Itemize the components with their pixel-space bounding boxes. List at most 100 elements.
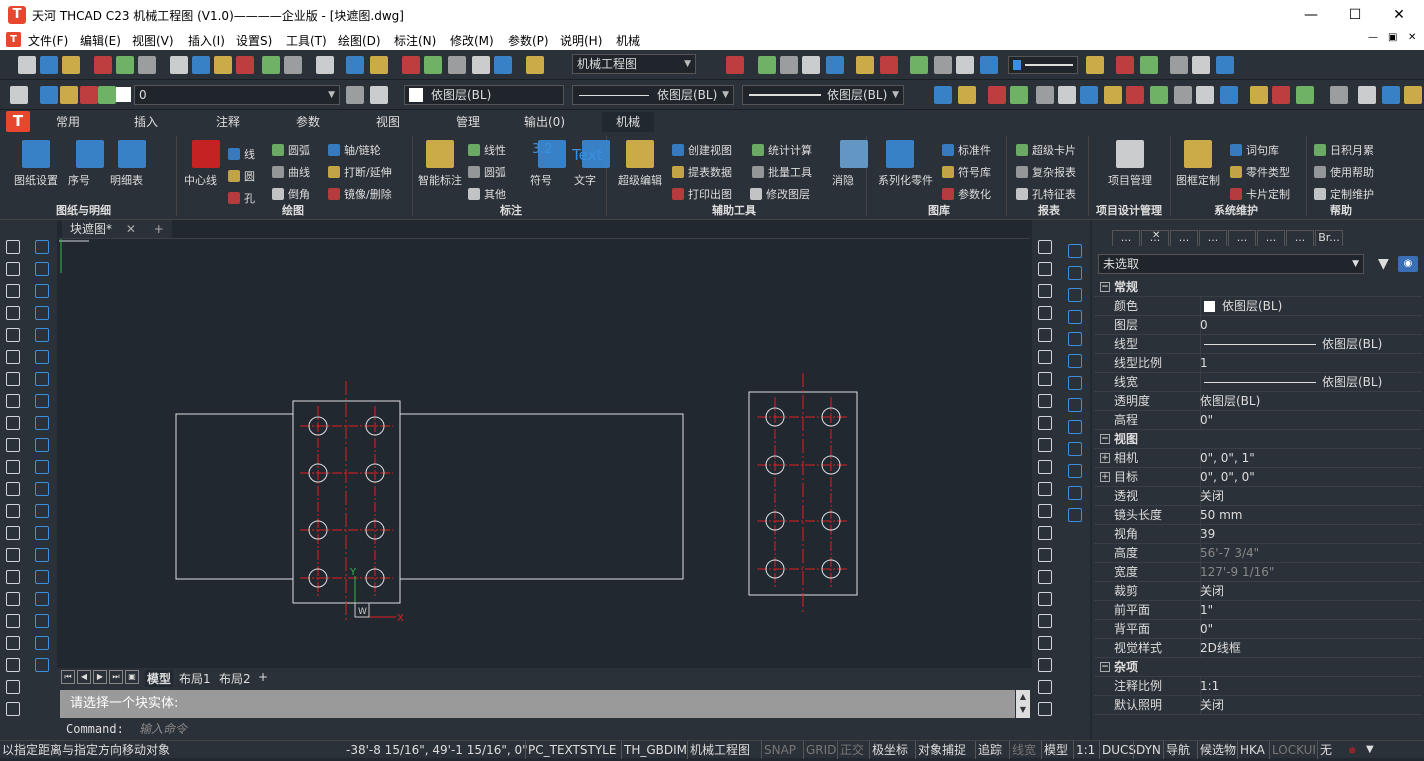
toolbar-icon[interactable] (192, 56, 210, 74)
toolbar-icon[interactable] (826, 56, 844, 74)
toolbar-icon[interactable] (1010, 86, 1028, 104)
toolbar-icon[interactable] (1296, 86, 1314, 104)
property-tab[interactable]: ... (1199, 230, 1227, 246)
toolbar-icon[interactable] (40, 56, 58, 74)
toolbar-icon[interactable] (1104, 86, 1122, 104)
mech-tool-icon[interactable] (1038, 262, 1052, 276)
mech-tool-icon[interactable] (1038, 350, 1052, 364)
modify-tool-icon[interactable] (35, 504, 49, 518)
draw-tool-icon[interactable] (6, 614, 20, 628)
toolbar-icon[interactable] (856, 56, 874, 74)
chaoji-button[interactable]: 超级编辑 (618, 172, 662, 188)
plate-rectangle[interactable] (175, 413, 684, 580)
fuhao-button[interactable]: 符号 (530, 172, 552, 188)
color-select[interactable]: 依图层(BL) (404, 85, 564, 105)
tab-1[interactable]: 插入 (120, 112, 172, 132)
property-row[interactable]: 前平面 1" (1094, 601, 1422, 620)
property-value[interactable]: 0" (1200, 411, 1213, 430)
chaoji-icon[interactable] (626, 140, 654, 168)
draw-tool-icon[interactable] (6, 284, 20, 298)
modify-tool-icon[interactable] (35, 658, 49, 672)
property-row[interactable]: 线型 依图层(BL) (1094, 335, 1422, 354)
toolbar-icon[interactable] (1330, 86, 1348, 104)
close-icon[interactable]: ✕ (1152, 230, 1160, 241)
toolbar-icon[interactable] (1170, 56, 1188, 74)
mech-tool-icon[interactable] (1038, 548, 1052, 562)
ribbon-small-button[interactable]: 其他 (484, 186, 506, 202)
property-value[interactable]: 0", 0", 1" (1200, 449, 1255, 468)
toolbar-icon[interactable] (424, 56, 442, 74)
property-group[interactable]: − 杂项 (1094, 658, 1422, 677)
property-row[interactable]: 透明度 依图层(BL) (1094, 392, 1422, 411)
mech-tool-icon[interactable] (1068, 354, 1082, 368)
zhineng-button[interactable]: 智能标注 (418, 172, 462, 188)
document-tab[interactable]: 块遮图* ✕ + (62, 220, 172, 238)
layout-tab[interactable]: 布局2 (219, 670, 251, 687)
xiaoyin-button[interactable]: 消隐 (832, 172, 854, 188)
mech-tool-icon[interactable] (1068, 310, 1082, 324)
property-value[interactable]: 1 (1200, 354, 1208, 373)
property-group[interactable]: − 常规 (1094, 278, 1422, 297)
mingxi-icon[interactable] (118, 140, 146, 168)
modify-tool-icon[interactable] (35, 394, 49, 408)
selection-select[interactable]: 未选取 ▼ (1098, 254, 1364, 274)
ribbon-small-button[interactable]: 孔特征表 (1032, 186, 1076, 202)
status-toggle[interactable]: GRID (803, 741, 838, 759)
toolbar-icon[interactable] (138, 56, 156, 74)
xilie-button[interactable]: 系列化零件 (878, 172, 933, 188)
toolbar-icon[interactable] (472, 56, 490, 74)
app-menu-icon[interactable]: T (6, 111, 30, 132)
model-canvas[interactable]: Y X W (59, 238, 1030, 668)
ribbon-small-button[interactable]: 轴/链轮 (344, 142, 381, 158)
toolbar-icon[interactable] (758, 56, 776, 74)
property-group[interactable]: − 视图 (1094, 430, 1422, 449)
doc-minimize-icon[interactable]: — (1368, 32, 1378, 43)
status-toggle[interactable]: HKA (1237, 741, 1267, 759)
toolbar-icon[interactable] (1086, 56, 1104, 74)
toolbar-icon[interactable] (1272, 86, 1290, 104)
mech-tool-icon[interactable] (1038, 306, 1052, 320)
ribbon-small-button[interactable]: 定制维护 (1330, 186, 1374, 202)
layout-nav-button[interactable]: ◀ (77, 670, 91, 684)
ribbon-small-button[interactable]: 曲线 (288, 164, 310, 180)
menu-logo-icon[interactable]: T (6, 32, 21, 47)
property-value[interactable]: 0", 0", 0" (1200, 468, 1255, 487)
zoom-slider[interactable] (1008, 56, 1078, 74)
property-tab[interactable]: ... (1286, 230, 1314, 246)
mech-tool-icon[interactable] (1038, 680, 1052, 694)
chevron-down-icon[interactable]: ▼ (1366, 741, 1374, 759)
mech-tool-icon[interactable] (1068, 442, 1082, 456)
property-tab[interactable]: ... (1112, 230, 1140, 246)
status-toggle[interactable]: 导航 (1163, 741, 1192, 759)
toolbar-icon[interactable] (370, 56, 388, 74)
expand-icon[interactable]: + (1100, 453, 1110, 463)
status-toggle[interactable]: 对象捕捉 (915, 741, 968, 759)
modify-tool-icon[interactable] (35, 306, 49, 320)
menu-item[interactable]: 设置S) (236, 32, 272, 49)
modify-tool-icon[interactable] (35, 284, 49, 298)
xuhao-icon[interactable] (76, 140, 104, 168)
property-row[interactable]: 颜色 依图层(BL) (1094, 297, 1422, 316)
property-row[interactable]: 高程 0" (1094, 411, 1422, 430)
tab-2[interactable]: 注释 (202, 112, 254, 132)
ribbon-small-button[interactable]: 线性 (484, 142, 506, 158)
modify-tool-icon[interactable] (35, 262, 49, 276)
toolbar-icon[interactable] (448, 56, 466, 74)
tuzhi-button[interactable]: 图纸设置 (14, 172, 58, 188)
menu-item[interactable]: 参数(P) (508, 32, 549, 49)
close-button[interactable]: ✕ (1384, 4, 1414, 26)
ribbon-small-button[interactable]: 批量工具 (768, 164, 812, 180)
ribbon-small-button[interactable]: 圆 (244, 168, 255, 184)
property-row[interactable]: 镜头长度 50 mm (1094, 506, 1422, 525)
toolbar-icon[interactable] (60, 86, 78, 104)
draw-tool-icon[interactable] (6, 460, 20, 474)
layout-tab[interactable]: + (258, 670, 268, 684)
status-toggle[interactable]: TH_GBDIM (621, 741, 689, 759)
ribbon-small-button[interactable]: 标准件 (958, 142, 991, 158)
mech-tool-icon[interactable] (1038, 240, 1052, 254)
mech-tool-icon[interactable] (1038, 284, 1052, 298)
mech-tool-icon[interactable] (1038, 438, 1052, 452)
xiaoyin-icon[interactable] (840, 140, 868, 168)
modify-tool-icon[interactable] (35, 614, 49, 628)
draw-tool-icon[interactable] (6, 306, 20, 320)
